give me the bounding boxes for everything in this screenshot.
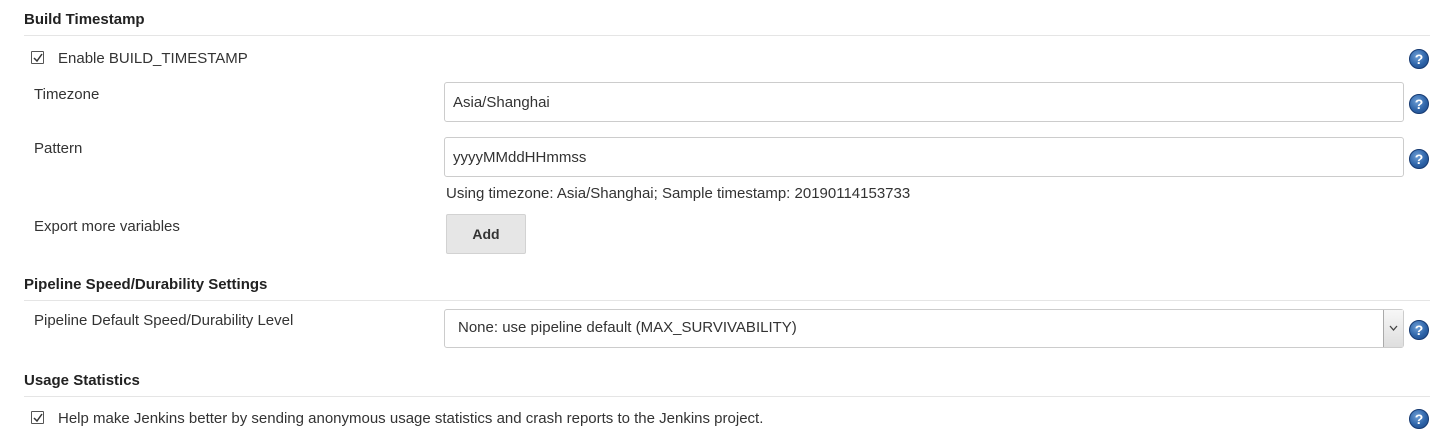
timezone-input[interactable]	[444, 82, 1404, 122]
usage-statistics-checkbox[interactable]	[31, 411, 44, 424]
pipeline-level-select[interactable]: None: use pipeline default (MAX_SURVIVAB…	[444, 309, 1404, 348]
help-icon[interactable]: ?	[1409, 49, 1429, 69]
pattern-input[interactable]	[444, 137, 1404, 177]
sample-timestamp-hint: Using timezone: Asia/Shanghai; Sample ti…	[446, 185, 911, 202]
pipeline-level-label: Pipeline Default Speed/Durability Level	[34, 312, 294, 329]
section-divider	[24, 300, 1430, 301]
help-icon[interactable]: ?	[1409, 320, 1429, 340]
checkmark-icon	[33, 413, 43, 423]
section-divider	[24, 396, 1430, 397]
chevron-down-icon	[1389, 325, 1398, 331]
timezone-label: Timezone	[34, 86, 100, 103]
checkmark-icon	[33, 53, 43, 63]
export-variables-label: Export more variables	[34, 218, 180, 235]
help-icon[interactable]: ?	[1409, 149, 1429, 169]
usage-statistics-label[interactable]: Help make Jenkins better by sending anon…	[58, 410, 763, 427]
dropdown-toggle[interactable]	[1383, 310, 1403, 347]
enable-build-timestamp-checkbox[interactable]	[31, 51, 44, 64]
pipeline-level-selected-value: None: use pipeline default (MAX_SURVIVAB…	[458, 319, 797, 336]
section-divider	[24, 35, 1430, 36]
help-icon[interactable]: ?	[1409, 94, 1429, 114]
section-title-build-timestamp: Build Timestamp	[24, 11, 145, 28]
help-icon[interactable]: ?	[1409, 409, 1429, 429]
add-button[interactable]: Add	[446, 214, 526, 254]
section-title-pipeline: Pipeline Speed/Durability Settings	[24, 276, 268, 293]
pattern-label: Pattern	[34, 140, 83, 157]
section-title-usage-statistics: Usage Statistics	[24, 372, 140, 389]
enable-build-timestamp-label[interactable]: Enable BUILD_TIMESTAMP	[58, 50, 248, 67]
